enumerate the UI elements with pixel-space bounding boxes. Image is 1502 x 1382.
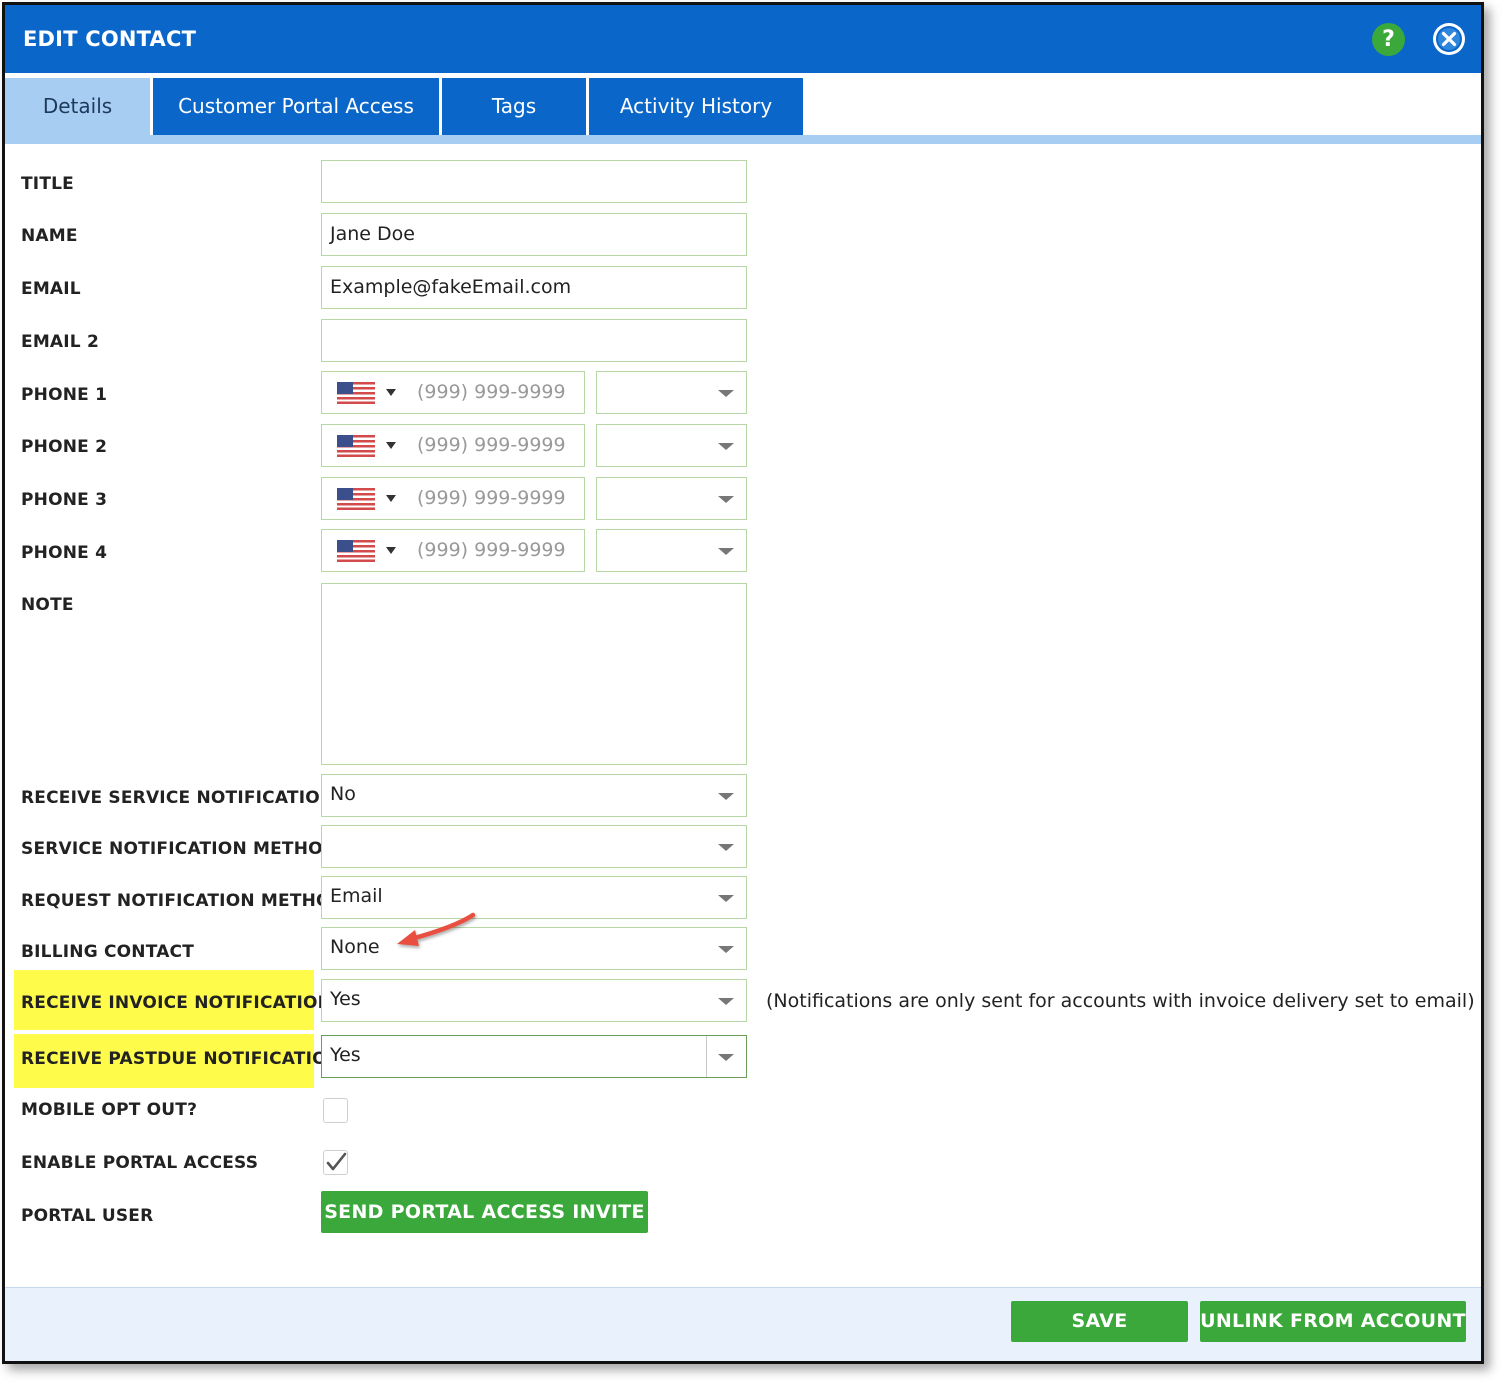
phone3-label: PHONE 3 — [21, 490, 108, 510]
help-icon[interactable]: ? — [1372, 23, 1405, 56]
invoice-notifications-hint: (Notifications are only sent for account… — [766, 990, 1475, 1012]
unlink-from-account-button[interactable]: UNLINK FROM ACCOUNT — [1200, 1301, 1466, 1342]
chevron-down-icon — [718, 443, 734, 450]
annotation-arrow-icon — [397, 912, 476, 946]
phone2-label: PHONE 2 — [21, 437, 108, 457]
checkmark-icon — [326, 1152, 347, 1171]
dialog-header: EDIT CONTACT ? — [5, 5, 1481, 73]
name-label: NAME — [21, 226, 78, 246]
selected-value: Yes — [330, 988, 361, 1010]
enable-portal-access-checkbox[interactable] — [323, 1150, 348, 1175]
phone1-placeholder: (999) 999-9999 — [417, 381, 566, 403]
enable-portal-access-label: ENABLE PORTAL ACCESS — [21, 1153, 259, 1173]
selected-value: None — [330, 936, 380, 958]
us-flag-icon[interactable] — [337, 382, 375, 404]
phone4-placeholder: (999) 999-9999 — [417, 539, 566, 561]
tab-underline — [5, 135, 1481, 144]
receive-invoice-notifications-label: RECEIVE INVOICE NOTIFICATIONS — [21, 993, 345, 1013]
chevron-down-icon — [718, 844, 734, 851]
receive-service-notifications-select[interactable]: No — [321, 774, 747, 817]
selected-value: No — [330, 783, 356, 805]
us-flag-icon[interactable] — [337, 540, 375, 562]
selected-value: Yes — [330, 1044, 361, 1066]
phone4-label: PHONE 4 — [21, 543, 108, 563]
service-notification-method-select[interactable] — [321, 825, 747, 868]
mobile-opt-out-checkbox[interactable] — [323, 1098, 348, 1123]
phone1-input[interactable]: (999) 999-9999 — [321, 371, 585, 414]
save-button[interactable]: SAVE — [1011, 1301, 1188, 1342]
mobile-opt-out-label: MOBILE OPT OUT? — [21, 1100, 198, 1120]
phone2-placeholder: (999) 999-9999 — [417, 434, 566, 456]
receive-pastdue-notification-select[interactable]: Yes — [321, 1035, 747, 1078]
phone1-label: PHONE 1 — [21, 385, 108, 405]
receive-pastdue-notification-label: RECEIVE PASTDUE NOTIFICATION — [21, 1049, 342, 1069]
email-input[interactable]: Example@fakeEmail.com — [321, 266, 747, 309]
send-portal-access-invite-button[interactable]: SEND PORTAL ACCESS INVITE — [321, 1191, 648, 1233]
dialog-footer: SAVE UNLINK FROM ACCOUNT — [5, 1287, 1481, 1361]
chevron-down-icon — [718, 793, 734, 800]
phone4-input[interactable]: (999) 999-9999 — [321, 529, 585, 572]
select-divider — [706, 1036, 707, 1077]
chevron-down-icon — [718, 895, 734, 902]
phone3-input[interactable]: (999) 999-9999 — [321, 477, 585, 520]
receive-service-notifications-label: RECEIVE SERVICE NOTIFICATIONS — [21, 788, 347, 808]
name-input[interactable]: Jane Doe — [321, 213, 747, 256]
tab-tags[interactable]: Tags — [442, 78, 586, 135]
tab-bar: Details Customer Portal Access Tags Acti… — [5, 73, 1481, 145]
country-caret-icon[interactable] — [386, 495, 396, 502]
us-flag-icon[interactable] — [337, 435, 375, 457]
request-notification-method-label: REQUEST NOTIFICATION METHOD — [21, 891, 346, 911]
phone4-type-select[interactable] — [596, 529, 747, 572]
phone3-type-select[interactable] — [596, 477, 747, 520]
chevron-down-icon — [718, 496, 734, 503]
chevron-down-icon — [718, 998, 734, 1005]
chevron-down-icon — [718, 390, 734, 397]
close-icon[interactable] — [1433, 23, 1465, 55]
note-textarea[interactable] — [321, 583, 747, 765]
phone1-type-select[interactable] — [596, 371, 747, 414]
title-input[interactable] — [321, 160, 747, 203]
email2-input[interactable] — [321, 319, 747, 362]
email-label: EMAIL — [21, 279, 81, 299]
tab-customer-portal-access[interactable]: Customer Portal Access — [153, 78, 439, 135]
portal-user-label: PORTAL USER — [21, 1206, 154, 1226]
country-caret-icon[interactable] — [386, 442, 396, 449]
dialog-title: EDIT CONTACT — [23, 27, 197, 51]
phone3-placeholder: (999) 999-9999 — [417, 487, 566, 509]
receive-invoice-notifications-select[interactable]: Yes — [321, 979, 747, 1022]
selected-value: Email — [330, 885, 383, 907]
phone2-input[interactable]: (999) 999-9999 — [321, 424, 585, 467]
phone2-type-select[interactable] — [596, 424, 747, 467]
tab-activity-history[interactable]: Activity History — [589, 78, 803, 135]
us-flag-icon[interactable] — [337, 488, 375, 510]
country-caret-icon[interactable] — [386, 389, 396, 396]
edit-contact-dialog: EDIT CONTACT ? Details Customer Portal A… — [2, 2, 1484, 1364]
service-notification-method-label: SERVICE NOTIFICATION METHOD — [21, 839, 338, 859]
note-label: NOTE — [21, 595, 74, 615]
title-label: TITLE — [21, 174, 74, 194]
email2-label: EMAIL 2 — [21, 332, 99, 352]
chevron-down-icon — [718, 548, 734, 555]
billing-contact-label: BILLING CONTACT — [21, 942, 195, 962]
chevron-down-icon — [718, 1054, 734, 1061]
country-caret-icon[interactable] — [386, 547, 396, 554]
chevron-down-icon — [718, 946, 734, 953]
